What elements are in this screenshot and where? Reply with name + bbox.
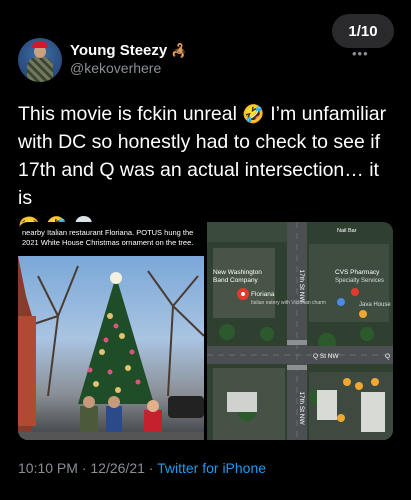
christmas-tree-photo [18, 256, 204, 440]
media-caption: nearby Italian restaurant Floriana. POTU… [22, 228, 194, 247]
map-street-q: Q St NW [313, 353, 340, 360]
tweet-text-line2: with DC so honestly had to check to see … [18, 131, 381, 153]
meta-separator-2: · [148, 460, 154, 476]
display-name-text: Young Steezy [70, 42, 168, 59]
rofl-emoji: 🤣 [242, 104, 265, 124]
tweet-time[interactable]: 10:10 PM [18, 460, 78, 476]
tweet-meta: 10:10 PM · 12/26/21 · Twitter for iPhone [18, 460, 266, 476]
map-label-new-washington: New Washington [213, 269, 262, 276]
tweet-text-line1b: I’m unfamiliar [270, 103, 387, 125]
map-label-floriana-sub: Italian eatery with Victorian charm [251, 300, 326, 306]
tweet-text: This movie is fckin unreal 🤣 I’m unfamil… [18, 100, 396, 240]
map-label-floriana: Floriana [251, 291, 275, 298]
tweet-source-link[interactable]: Twitter for iPhone [157, 460, 266, 476]
tweet-text-line1: This movie is fckin unreal [18, 103, 237, 125]
page-counter: 1/10 [332, 14, 394, 48]
map-street-17th-top: 17th St NW [298, 269, 305, 303]
tweet-text-line3: 17th and Q was an actual intersection… i… [18, 159, 379, 209]
map-label-band-company: Band Company [213, 277, 259, 284]
photo-scene [18, 256, 204, 440]
media-right-map[interactable]: New Washington Band Company Nail Bar CVS… [207, 222, 393, 440]
map-label-java-house: Java House [359, 302, 391, 308]
meta-separator: · [81, 460, 87, 476]
map-label-specialty: Specialty Services [335, 278, 384, 284]
tweet-date[interactable]: 12/26/21 [90, 460, 145, 476]
handle[interactable]: @kekoverhere [70, 60, 161, 76]
scorpion-emoji: 🦂 [171, 43, 188, 58]
display-name[interactable]: Young Steezy 🦂 [70, 42, 188, 59]
map-svg: New Washington Band Company Nail Bar CVS… [207, 222, 393, 440]
more-options-icon[interactable]: ••• [352, 46, 369, 61]
map-street-17th-bottom: 17th St NW [298, 391, 305, 425]
media-left-image[interactable]: nearby Italian restaurant Floriana. POTU… [18, 222, 204, 440]
map-street-q-letter: Q [385, 353, 390, 360]
map-label-nail-bar: Nail Bar [337, 228, 357, 234]
avatar[interactable] [18, 38, 62, 82]
map-label-cvs: CVS Pharmacy [335, 269, 380, 276]
